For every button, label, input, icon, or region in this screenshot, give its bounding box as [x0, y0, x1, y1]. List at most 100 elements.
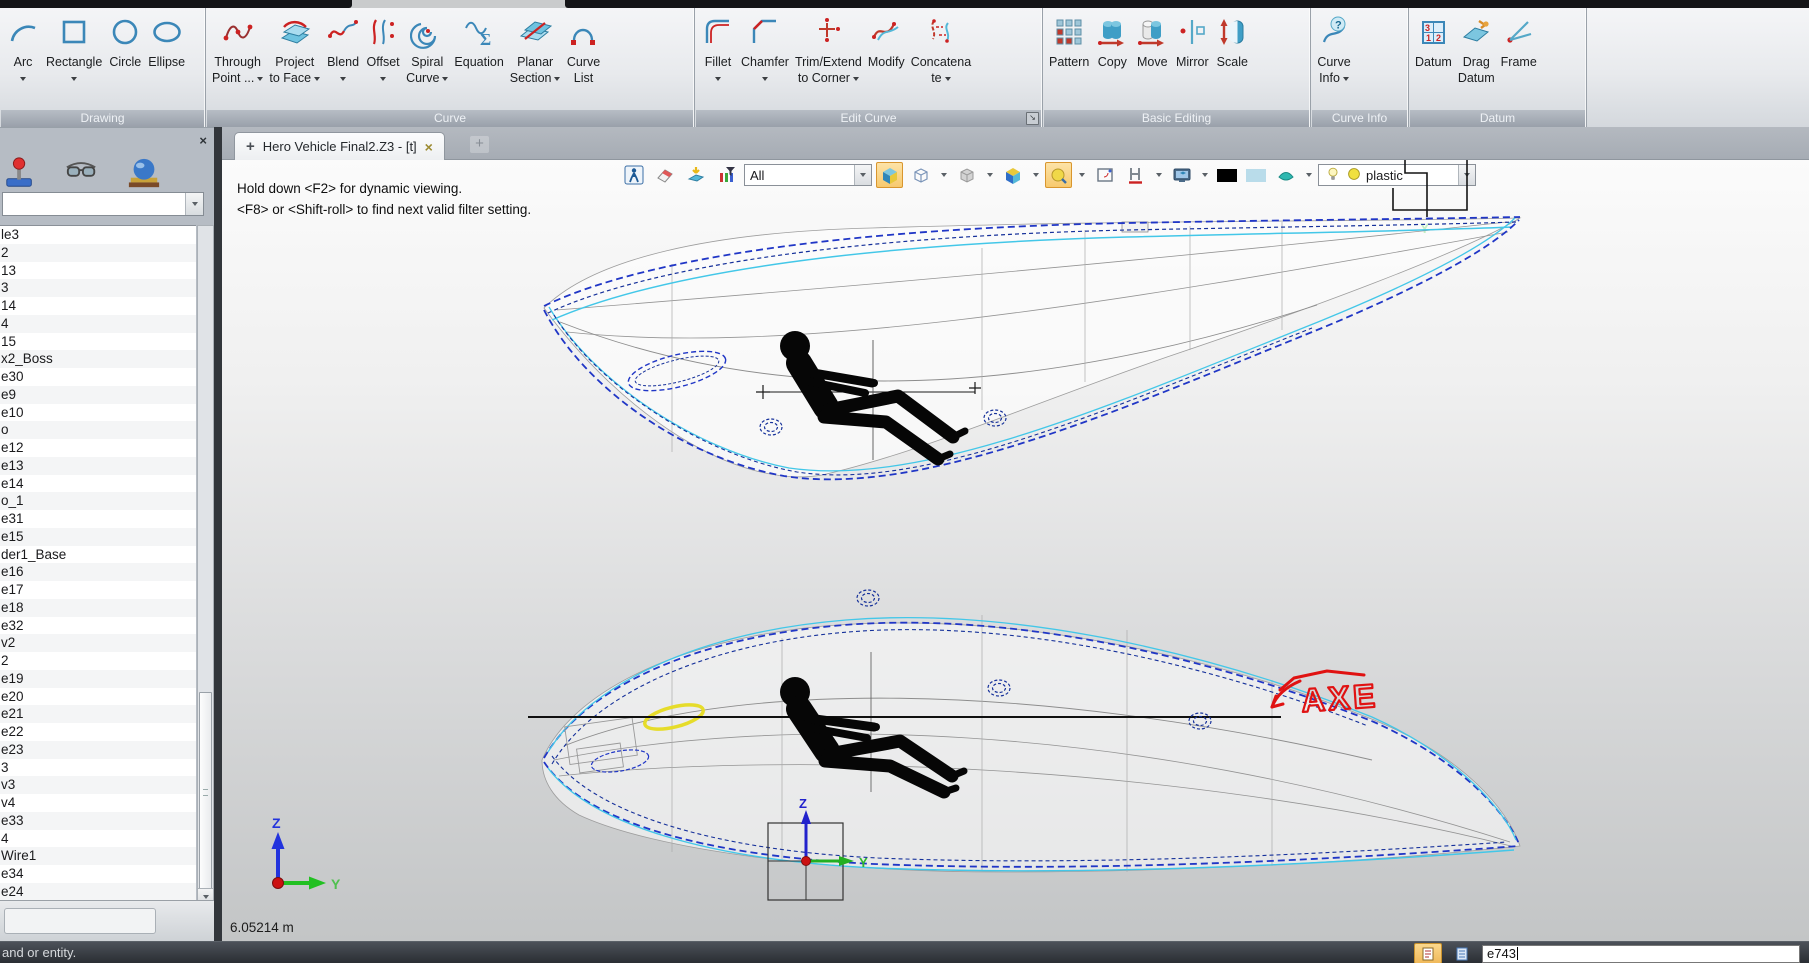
command-log-button[interactable] — [1449, 944, 1475, 963]
list-item[interactable]: der1_Base — [0, 546, 196, 564]
list-item[interactable]: e20 — [0, 688, 196, 706]
list-item[interactable]: v2 — [0, 634, 196, 652]
chamfer-icon — [748, 10, 782, 54]
list-item[interactable]: 4 — [0, 314, 196, 333]
tab-title: Hero Vehicle Final2.Z3 - [t] — [262, 139, 417, 154]
sidebar-footer-box — [4, 908, 156, 934]
command-input[interactable]: e743 — [1482, 944, 1800, 963]
ribbon-button-project-to-face[interactable]: Project to Face — [266, 10, 323, 110]
list-item[interactable]: e33 — [0, 811, 196, 830]
list-item[interactable]: e18 — [0, 598, 196, 617]
ribbon-button-ellipse[interactable]: Ellipse — [145, 10, 188, 110]
main-area: + Hero Vehicle Final2.Z3 - [t] × + Hold … — [222, 127, 1809, 941]
ribbon-button-move[interactable]: Move — [1132, 10, 1172, 110]
list-item[interactable]: e13 — [0, 456, 196, 475]
scrollbar-thumb[interactable] — [199, 692, 212, 892]
glasses-icon[interactable] — [62, 156, 102, 195]
list-item[interactable]: Wire1 — [0, 847, 196, 865]
dropdown-arrow-icon — [340, 76, 347, 84]
list-item[interactable]: 3 — [0, 279, 196, 297]
list-item[interactable]: 2 — [0, 243, 196, 262]
list-item[interactable]: e9 — [0, 385, 196, 404]
ribbon-button-blend[interactable]: Blend — [323, 10, 363, 110]
list-item[interactable]: e14 — [0, 475, 196, 493]
ribbon-button-trim-extend-to-corner[interactable]: Trim/Extend to Corner — [792, 10, 865, 110]
world-z-label: Z — [272, 815, 281, 831]
list-item[interactable]: e21 — [0, 705, 196, 723]
list-item[interactable]: 14 — [0, 297, 196, 315]
sidebar-scrollbar[interactable] — [197, 225, 214, 906]
dropdown-arrow-icon — [20, 76, 26, 84]
list-item[interactable]: 2 — [0, 652, 196, 670]
ribbon-button-copy[interactable]: Copy — [1092, 10, 1132, 110]
ribbon-button-frame[interactable]: Frame — [1498, 10, 1540, 110]
ribbon-button-chamfer[interactable]: Chamfer — [738, 10, 792, 110]
combo-dropdown-icon[interactable] — [185, 193, 203, 215]
ribbon-button-through-point[interactable]: Through Point ... — [209, 10, 266, 110]
list-item[interactable]: e32 — [0, 617, 196, 635]
new-tab-button[interactable]: + — [470, 136, 489, 153]
ribbon-button-planar-section[interactable]: Planar Section — [507, 10, 564, 110]
ribbon-button-curve-info[interactable]: ? Curve Info — [1314, 10, 1354, 110]
mirror-icon — [1180, 20, 1206, 44]
list-item[interactable]: e16 — [0, 563, 196, 581]
scale-label: 6.05214 m — [230, 920, 294, 935]
ribbon-button-circle[interactable]: Circle — [105, 10, 145, 110]
list-item[interactable]: v4 — [0, 794, 196, 812]
ribbon-button-fillet[interactable]: Fillet — [698, 10, 738, 110]
ribbon-button-rectangle[interactable]: Rectangle — [43, 10, 105, 110]
ribbon-button-spiral-curve[interactable]: Spiral Curve — [403, 10, 451, 110]
dropdown-arrow-icon — [314, 76, 321, 84]
list-item[interactable]: e23 — [0, 740, 196, 759]
list-item[interactable]: x2_Boss — [0, 350, 196, 368]
list-item[interactable]: e10 — [0, 404, 196, 422]
ribbon-button-equation[interactable]: Σ Equation — [451, 10, 506, 110]
ribbon-button-datum[interactable]: 3 1 2 Datum — [1412, 10, 1455, 110]
list-item[interactable]: o_1 — [0, 492, 196, 510]
list-item[interactable]: 3 — [0, 759, 196, 777]
sidebar-divider[interactable] — [214, 127, 222, 941]
blend-icon — [326, 10, 360, 54]
window-top-strip-left — [0, 0, 352, 8]
dialog-launcher-icon[interactable]: ↘ — [1026, 112, 1039, 125]
list-item[interactable]: e19 — [0, 669, 196, 688]
history-filter-combo[interactable] — [2, 192, 204, 216]
chamfer-icon — [752, 19, 776, 43]
list-item[interactable]: 15 — [0, 333, 196, 351]
sidebar-close-icon[interactable]: × — [199, 133, 207, 148]
tab-plus-icon[interactable]: + — [246, 138, 255, 155]
tab-hero-vehicle[interactable]: + Hero Vehicle Final2.Z3 - [t] × — [234, 132, 445, 160]
rectangle-icon — [62, 20, 86, 44]
model-viewport[interactable]: Hold down <F2> for dynamic viewing. <F8>… — [222, 160, 1809, 941]
project-to-face-icon — [278, 10, 312, 54]
list-item[interactable]: le3 — [0, 226, 196, 244]
ribbon-button-mirror[interactable]: Mirror — [1172, 10, 1212, 110]
ribbon-button-curve-list[interactable]: Curve List — [563, 10, 603, 110]
list-item[interactable]: v3 — [0, 776, 196, 794]
ribbon-button-concatena-te[interactable]: Concatena te — [908, 10, 974, 110]
ribbon-button-arc[interactable]: Arc — [3, 10, 43, 110]
list-item[interactable]: e17 — [0, 581, 196, 599]
list-item[interactable]: o — [0, 421, 196, 439]
ribbon-button-offset[interactable]: Offset — [363, 10, 403, 110]
ribbon-button-scale[interactable]: Scale — [1212, 10, 1252, 110]
list-item[interactable]: 4 — [0, 830, 196, 848]
ribbon-button-modify[interactable]: Modify — [865, 10, 908, 110]
list-item[interactable]: 13 — [0, 262, 196, 280]
ribbon-button-drag-datum[interactable]: Drag Datum — [1455, 10, 1498, 110]
manipulator-icon[interactable] — [0, 156, 40, 195]
fillet-icon — [705, 19, 729, 43]
render-sphere-icon[interactable] — [124, 156, 164, 195]
copy-icon — [1098, 21, 1125, 47]
list-item[interactable]: e31 — [0, 510, 196, 528]
input-mode-button[interactable] — [1414, 943, 1442, 963]
tab-close-icon[interactable]: × — [425, 139, 433, 155]
list-item[interactable]: e30 — [0, 368, 196, 386]
list-item[interactable]: e22 — [0, 723, 196, 741]
list-item[interactable]: e12 — [0, 439, 196, 457]
list-item[interactable]: e34 — [0, 865, 196, 883]
concatenate-icon — [924, 10, 958, 54]
ribbon-button-pattern[interactable]: Pattern — [1046, 10, 1092, 110]
list-item[interactable]: e24 — [0, 882, 196, 901]
list-item[interactable]: e15 — [0, 527, 196, 546]
